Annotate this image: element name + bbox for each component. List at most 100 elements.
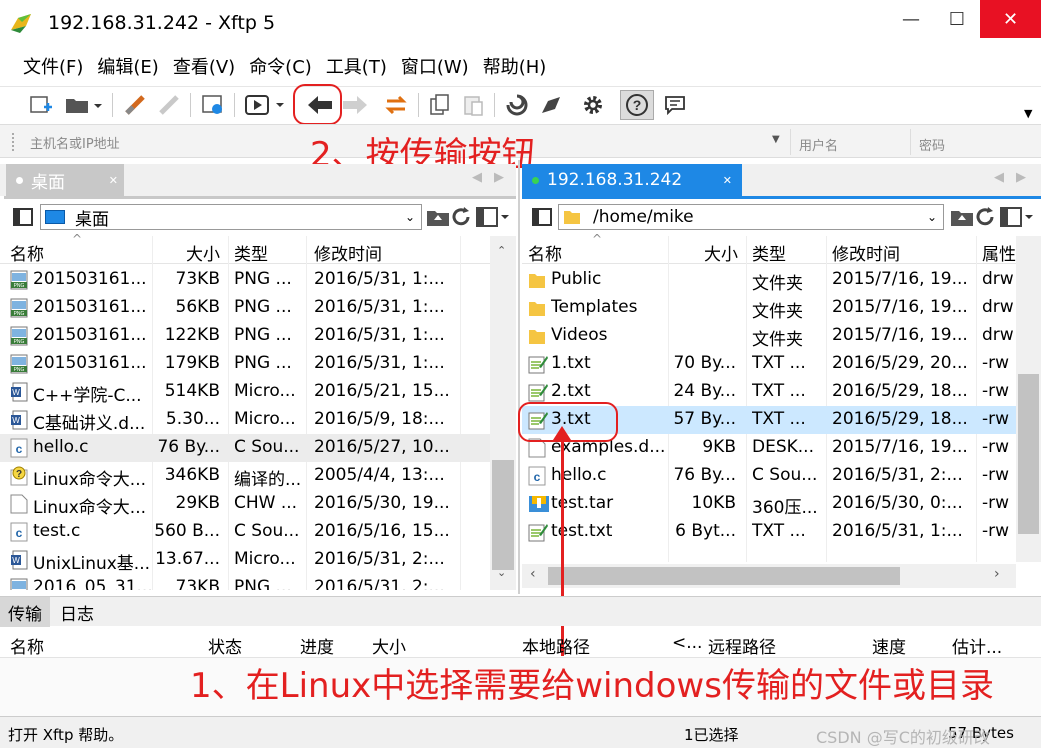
table-row[interactable]: PNG 201503161... 56KB PNG ... 2016/5/31, 1:.…: [0, 294, 490, 322]
table-row[interactable]: W C++学院-C... 514KB Micro... 2016/5/21, 15...: [0, 378, 490, 406]
properties-icon[interactable]: [198, 90, 228, 120]
svg-text:c: c: [534, 470, 541, 484]
col-remote-type[interactable]: 类型: [752, 240, 786, 265]
table-row[interactable]: 1.txt 70 By... TXT ... 2016/5/29, 20... -rw: [522, 350, 1016, 378]
col-remote-modified[interactable]: 修改时间: [832, 240, 900, 265]
tab-scroll-left-icon[interactable]: ◀: [994, 170, 1004, 185]
tab-scroll-left-icon[interactable]: ◀: [472, 170, 482, 185]
col-transfer-progress[interactable]: 进度: [300, 633, 334, 658]
view-mode-icon[interactable]: [1000, 207, 1034, 232]
table-row[interactable]: PNG 201503161... 179KB PNG ... 2016/5/31, 1:…: [0, 350, 490, 378]
password-input[interactable]: 密码: [919, 135, 945, 154]
toolbar-overflow-icon[interactable]: ▼: [1024, 107, 1032, 120]
sync-icon[interactable]: [380, 90, 412, 120]
table-row[interactable]: test.txt 6 Byt... TXT ... 2016/5/31, 1:... -…: [522, 518, 1016, 546]
col-transfer-name[interactable]: 名称: [10, 633, 44, 658]
col-local-size[interactable]: 大小: [186, 240, 220, 265]
col-local-type[interactable]: 类型: [234, 240, 268, 265]
table-row[interactable]: Public 文件夹 2015/7/16, 19... drw: [522, 266, 1016, 294]
col-remote-size[interactable]: 大小: [704, 240, 738, 265]
tab-close-icon[interactable]: ✕: [723, 174, 732, 187]
host-dropdown-icon[interactable]: ▼: [772, 134, 780, 145]
col-local-modified[interactable]: 修改时间: [314, 240, 382, 265]
parent-folder-icon[interactable]: [950, 207, 974, 232]
menu-file[interactable]: 文件(F): [18, 53, 88, 79]
remote-column-header: 名称 ^ 大小 类型 修改时间 属性: [522, 232, 1016, 265]
col-transfer-speed[interactable]: 速度: [872, 633, 906, 658]
table-row[interactable]: Videos 文件夹 2015/7/16, 19... drw: [522, 322, 1016, 350]
tab-scroll-right-icon[interactable]: ▶: [1016, 170, 1026, 185]
tab-local-desktop[interactable]: 桌面 ✕: [6, 164, 124, 196]
toggle-pane-icon[interactable]: [532, 208, 552, 226]
toggle-pane-icon[interactable]: [13, 208, 33, 226]
cell-modified: 2016/5/31, 1:...: [314, 297, 445, 317]
col-transfer-size[interactable]: 大小: [372, 633, 406, 658]
menu-help[interactable]: 帮助(H): [478, 53, 552, 79]
col-remote-attr[interactable]: 属性: [982, 240, 1016, 265]
table-row[interactable]: test.tar 10KB 360压... 2016/5/30, 0:... -rw: [522, 490, 1016, 518]
table-row[interactable]: c hello.c 76 By... C Sou... 2016/5/27, 10...: [0, 434, 490, 462]
menu-view[interactable]: 查看(V): [168, 53, 240, 79]
table-row[interactable]: c hello.c 76 By... C Sou... 2016/5/31, 2:...…: [522, 462, 1016, 490]
menu-bar: 文件(F) 编辑(E) 查看(V) 命令(C) 工具(T) 窗口(W) 帮助(H…: [0, 46, 1041, 86]
open-folder-icon[interactable]: [62, 90, 106, 120]
tab-remote-host[interactable]: 192.168.31.242 ✕: [522, 164, 742, 196]
local-scrollbar[interactable]: ⌃ ⌄: [490, 236, 516, 590]
tab-transfer[interactable]: 传输: [0, 597, 50, 627]
col-local-name[interactable]: 名称: [10, 240, 44, 265]
chat-icon[interactable]: [660, 90, 690, 120]
copy-icon[interactable]: [424, 90, 454, 120]
table-row[interactable]: Templates 文件夹 2015/7/16, 19... drw: [522, 294, 1016, 322]
table-row[interactable]: PNG 201503161... 73KB PNG ... 2016/5/31, 1:.…: [0, 266, 490, 294]
connect-icon[interactable]: [120, 90, 150, 120]
col-transfer-status[interactable]: 状态: [208, 633, 242, 658]
new-session-icon[interactable]: [26, 90, 56, 120]
maximize-button[interactable]: ☐: [934, 0, 980, 38]
tab-scroll-right-icon[interactable]: ▶: [494, 170, 504, 185]
xftp-logo-icon: [11, 14, 31, 33]
cell-modified: 2015/7/16, 19...: [832, 269, 968, 289]
xftp-icon[interactable]: [536, 90, 566, 120]
menu-tools[interactable]: 工具(T): [321, 53, 392, 79]
menu-window[interactable]: 窗口(W): [396, 53, 474, 79]
table-row[interactable]: ? Linux命令大... 346KB 编译的... 2005/4/4, 13:...: [0, 462, 490, 490]
chevron-down-icon[interactable]: ⌄: [405, 210, 415, 224]
table-row[interactable]: W C基础讲义.d... 5.30... Micro... 2016/5/9, 18:.…: [0, 406, 490, 434]
help-icon[interactable]: ?: [620, 90, 654, 120]
parent-folder-icon[interactable]: [426, 207, 450, 232]
close-button[interactable]: ✕: [980, 0, 1041, 38]
col-transfer-direction[interactable]: <...: [672, 633, 702, 653]
view-mode-icon[interactable]: [476, 207, 510, 232]
tab-log[interactable]: 日志: [52, 597, 102, 627]
host-input[interactable]: 主机名或IP地址: [30, 133, 120, 152]
table-row[interactable]: W UnixLinux基... 13.67... Micro... 2016/5/31,…: [0, 546, 490, 574]
local-path-combo[interactable]: 桌面 ⌄: [40, 204, 422, 230]
transfer-right-icon[interactable]: [340, 90, 370, 120]
menu-command[interactable]: 命令(C): [244, 53, 317, 79]
cell-attr: -rw: [982, 381, 1010, 401]
remote-scrollbar-horizontal[interactable]: ‹ ›: [522, 564, 1016, 588]
remote-path-combo[interactable]: /home/mike ⌄: [558, 204, 944, 230]
table-row[interactable]: PNG 201503161... 122KB PNG ... 2016/5/31, 1:…: [0, 322, 490, 350]
table-row[interactable]: c test.c 560 B... C Sou... 2016/5/16, 15...: [0, 518, 490, 546]
disconnect-icon[interactable]: [154, 90, 184, 120]
refresh-icon[interactable]: [974, 206, 996, 233]
username-input[interactable]: 用户名: [799, 135, 838, 154]
chevron-down-icon[interactable]: ⌄: [927, 210, 937, 224]
paste-icon[interactable]: [458, 90, 488, 120]
settings-icon[interactable]: [578, 90, 608, 120]
cell-modified: 2015/7/16, 19...: [832, 325, 968, 345]
play-icon[interactable]: [242, 90, 290, 120]
col-transfer-remote-path[interactable]: 远程路径: [708, 633, 776, 658]
minimize-button[interactable]: —: [888, 0, 934, 38]
col-transfer-local-path[interactable]: 本地路径: [522, 633, 590, 658]
refresh-icon[interactable]: [450, 206, 472, 233]
table-row[interactable]: PNG 2016_05_31... 73KB PNG ... 2016/5/31, 2:…: [0, 574, 490, 590]
col-remote-name[interactable]: 名称: [528, 240, 562, 265]
table-row[interactable]: Linux命令大... 29KB CHW ... 2016/5/30, 19...: [0, 490, 490, 518]
col-transfer-eta[interactable]: 估计...: [952, 633, 1002, 658]
menu-edit[interactable]: 编辑(E): [92, 53, 163, 79]
tab-close-icon[interactable]: ✕: [109, 174, 118, 187]
xshell-icon[interactable]: [502, 90, 532, 120]
remote-scrollbar-vertical[interactable]: [1016, 236, 1041, 562]
